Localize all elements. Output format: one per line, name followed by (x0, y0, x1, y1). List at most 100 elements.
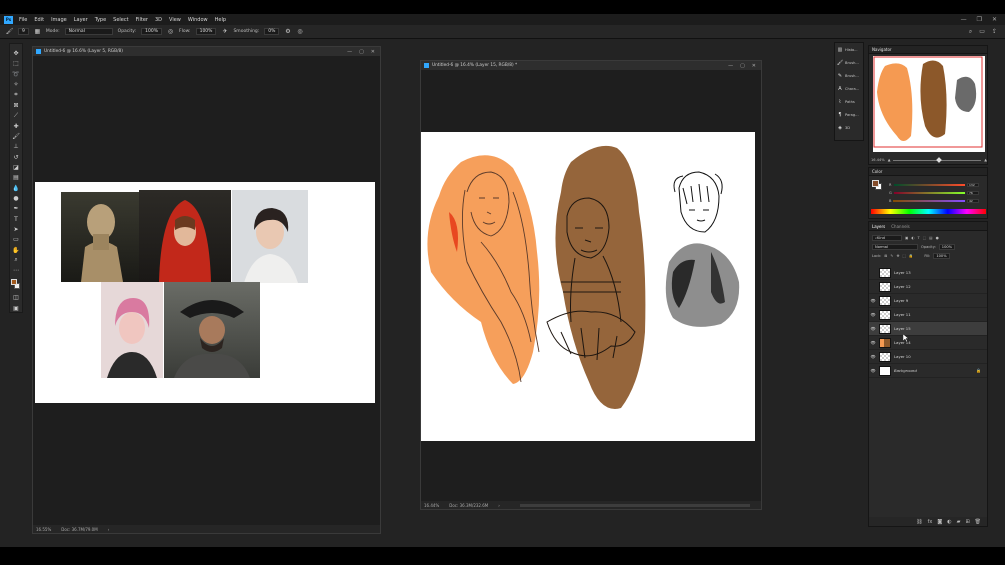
histogram-panel-button[interactable]: ▥ Histo... (835, 43, 863, 56)
sketch-canvas[interactable] (421, 132, 755, 441)
layer-name[interactable]: Layer 15 (894, 326, 911, 331)
layer-row[interactable]: 👁 Layer 10 (869, 350, 987, 364)
horizontal-scrollbar[interactable] (519, 503, 750, 507)
filter-shape-icon[interactable]: ⬚ (923, 236, 926, 240)
layer-row[interactable]: 👁 Layer 11 (869, 308, 987, 322)
minimize-app-button[interactable]: — (961, 16, 967, 23)
search-icon[interactable]: ⌕ (969, 28, 972, 36)
quick-mask-icon[interactable]: ◫ (12, 294, 21, 301)
status-arrow-icon[interactable]: › (498, 503, 500, 508)
filter-pixel-icon[interactable]: ▣ (905, 236, 908, 240)
paths-panel-button[interactable]: ⌇ Paths (835, 95, 863, 108)
layer-name[interactable]: Layer 9 (894, 298, 908, 303)
eyedropper-tool-icon[interactable]: ⟋ (12, 112, 21, 119)
red-value[interactable]: 132 (967, 182, 979, 187)
new-layer-icon[interactable]: ⊞ (965, 519, 969, 525)
color-tab[interactable]: Color (869, 168, 987, 176)
brush-tool-icon[interactable]: 🖌 (6, 28, 14, 35)
share-icon[interactable]: ⇪ (992, 28, 997, 36)
filter-adjust-icon[interactable]: ◐ (911, 236, 914, 240)
trash-icon[interactable]: 🗑 (975, 519, 981, 525)
maximize-icon[interactable]: ▢ (740, 63, 745, 69)
layer-name[interactable]: Layer 10 (894, 354, 911, 359)
green-slider[interactable] (893, 191, 965, 194)
green-slider-row[interactable]: G 76 (889, 190, 979, 195)
navigator-tab[interactable]: Navigator (869, 46, 987, 54)
document-title-bar[interactable]: Untitled-6 @ 16.6% (Layer 5, RGB/8) — ▢ … (33, 47, 380, 56)
new-group-icon[interactable]: ▰ (957, 519, 961, 525)
green-value[interactable]: 76 (967, 190, 979, 195)
layer-filter-select[interactable]: ⌕ Kind (872, 234, 902, 241)
lock-all-icon[interactable]: 🔒 (909, 254, 913, 258)
opacity-field[interactable]: 100% (141, 28, 163, 35)
pressure-opacity-icon[interactable]: ◎ (167, 28, 174, 35)
minimize-icon[interactable]: — (728, 63, 733, 69)
layer-name[interactable]: Layer 12 (894, 284, 911, 289)
blue-slider[interactable] (893, 199, 965, 202)
frame-tool-icon[interactable]: ⊠ (12, 102, 21, 109)
rectangle-tool-icon[interactable]: ▭ (12, 236, 21, 243)
zoom-slider[interactable] (893, 156, 982, 163)
menu-view[interactable]: View (169, 17, 181, 23)
character-panel-button[interactable]: A Chara... (835, 82, 863, 95)
layer-row[interactable]: Layer 13 (869, 266, 987, 280)
menu-3d[interactable]: 3D (155, 17, 162, 23)
zoom-level[interactable]: 16.44% (424, 503, 439, 508)
lock-position-icon[interactable]: ✥ (896, 254, 899, 258)
link-layers-icon[interactable]: ⛓ (916, 519, 922, 525)
blue-value[interactable]: 42 (967, 198, 979, 203)
smoothing-field[interactable]: 0% (264, 28, 280, 35)
screen-mode-icon[interactable]: ▣ (12, 305, 21, 312)
airbrush-icon[interactable]: ✈ (221, 28, 228, 35)
workspace-icon[interactable]: ▭ (979, 28, 985, 36)
lock-transparent-icon[interactable]: ⊠ (884, 254, 887, 258)
layer-row[interactable]: 👁 Background 🔒 (869, 364, 987, 378)
visibility-eye-icon[interactable]: 👁 (869, 368, 877, 373)
hand-tool-icon[interactable]: ✋ (12, 246, 21, 254)
brush-size-field[interactable]: 9 (18, 28, 29, 35)
brush-tool-icon[interactable]: 🖌 (12, 133, 21, 140)
red-slider-row[interactable]: R 132 (889, 182, 979, 187)
paragraph-panel-button[interactable]: ¶ Parag... (835, 108, 863, 121)
visibility-eye-icon[interactable]: 👁 (869, 298, 877, 303)
lasso-tool-icon[interactable]: ➰ (12, 71, 21, 78)
document-window-sketch[interactable]: Untitled-6 @ 16.4% (Layer 15, RGB/8) * —… (420, 60, 762, 510)
crop-tool-icon[interactable]: ⌗ (12, 91, 21, 98)
more-tools-icon[interactable]: ⋯ (12, 267, 21, 274)
menu-image[interactable]: Image (51, 17, 67, 23)
menu-type[interactable]: Type (95, 17, 106, 23)
pen-tool-icon[interactable]: ✒ (12, 205, 21, 212)
magic-wand-tool-icon[interactable]: ✧ (12, 81, 21, 88)
tab-channels[interactable]: Channels (891, 224, 910, 229)
brush-settings-panel-button[interactable]: ✎ Brush... (835, 69, 863, 82)
tab-layers[interactable]: Layers (872, 224, 885, 229)
red-slider[interactable] (893, 183, 965, 186)
menu-window[interactable]: Window (188, 17, 208, 23)
menu-file[interactable]: File (19, 17, 27, 23)
layer-row-selected[interactable]: 👁 Layer 15 (869, 322, 987, 336)
visibility-eye-icon[interactable]: 👁 (869, 326, 877, 331)
close-icon[interactable]: ✕ (752, 63, 756, 69)
eraser-tool-icon[interactable]: ◪ (12, 164, 21, 171)
color-swatch-pair[interactable] (872, 180, 882, 190)
mode-select[interactable]: Normal (64, 28, 113, 35)
maximize-icon[interactable]: ▢ (359, 49, 364, 55)
dodge-tool-icon[interactable]: ● (12, 195, 21, 202)
zoom-in-icon[interactable]: ▲ (984, 158, 987, 162)
fill-field[interactable]: 100% (933, 252, 950, 259)
navigator-zoom-value[interactable]: 16.44% (871, 158, 885, 162)
status-arrow-icon[interactable]: › (108, 527, 110, 532)
filter-smart-icon[interactable]: ▤ (929, 236, 932, 240)
lock-artboard-icon[interactable]: ⬚ (902, 254, 905, 258)
layer-row[interactable]: Layer 12 (869, 280, 987, 294)
visibility-eye-icon[interactable]: 👁 (869, 354, 877, 359)
document-title-bar[interactable]: Untitled-6 @ 16.4% (Layer 15, RGB/8) * —… (421, 61, 761, 70)
foreground-color-swatch[interactable] (11, 279, 17, 286)
history-brush-tool-icon[interactable]: ↺ (12, 153, 21, 161)
navigator-thumbnail[interactable] (873, 56, 985, 152)
document-window-reference[interactable]: Untitled-6 @ 16.6% (Layer 5, RGB/8) — ▢ … (32, 46, 381, 534)
menu-filter[interactable]: Filter (136, 17, 148, 23)
zoom-tool-icon[interactable]: ⌕ (12, 256, 21, 264)
path-selection-tool-icon[interactable]: ➤ (12, 226, 21, 233)
move-tool-icon[interactable]: ✥ (12, 50, 21, 57)
